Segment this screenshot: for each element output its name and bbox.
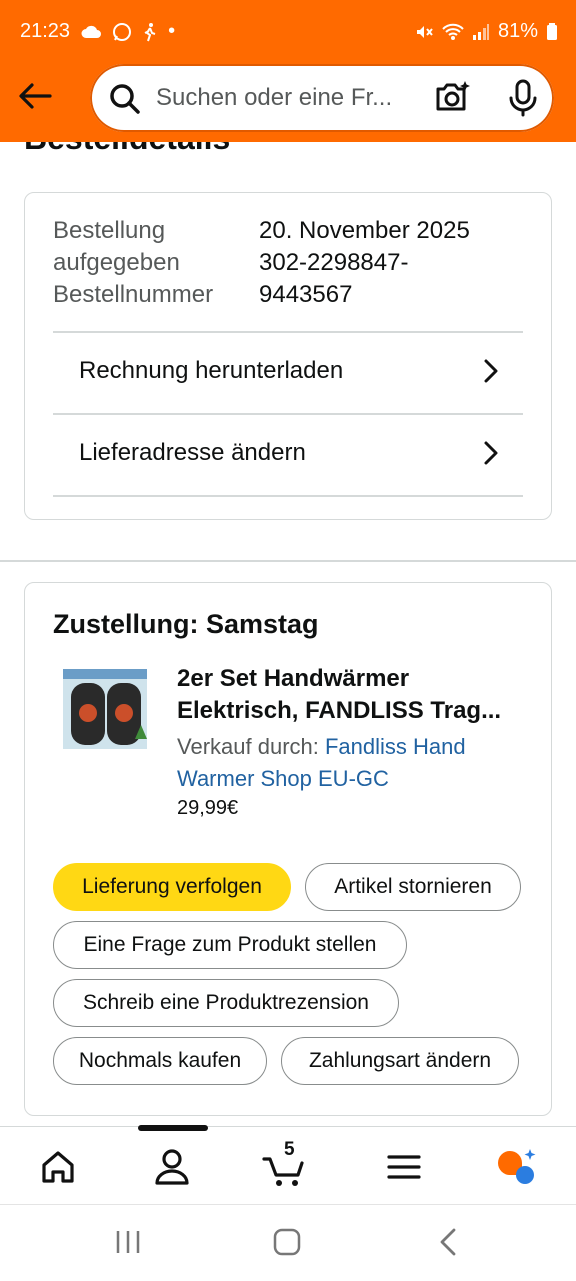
nav-cart[interactable]: 5 [262, 1139, 310, 1191]
chevron-right-icon [484, 359, 498, 383]
home-icon [42, 1151, 74, 1183]
battery-icon [547, 22, 557, 40]
whatsapp-icon [113, 22, 132, 41]
download-invoice-label: Rechnung herunterladen [79, 357, 344, 384]
bottom-nav: 5 [0, 1125, 576, 1205]
delivery-title: Zustellung: Samstag [53, 609, 319, 639]
cart-count: 5 [284, 1139, 295, 1160]
mute-icon [416, 25, 433, 38]
cancel-item-button[interactable]: Artikel stornieren [305, 863, 521, 911]
product-price: 29,99€ [177, 797, 239, 819]
change-address-label: Lieferadresse ändern [79, 439, 306, 466]
recent-apps-icon[interactable] [114, 1227, 142, 1257]
order-number: 302-2298847- 9443567 [259, 249, 409, 308]
status-left: 21:23 • [20, 20, 175, 43]
search-input[interactable]: Suchen oder eine Fr... [156, 84, 416, 112]
wifi-icon [442, 23, 464, 40]
section-divider [0, 560, 576, 562]
cloud-icon [81, 25, 102, 38]
back-arrow-icon [19, 83, 52, 109]
chevron-right-icon [484, 441, 498, 465]
track-delivery-button[interactable]: Lieferung verfolgen [53, 863, 291, 911]
system-nav-bar [0, 1204, 576, 1281]
back-button-icon[interactable] [436, 1227, 460, 1257]
nav-account[interactable] [148, 1143, 196, 1191]
status-dot: • [168, 20, 176, 42]
battery-percent: 81% [497, 20, 538, 42]
write-review-button[interactable]: Schreib eine Produktrezension [53, 979, 399, 1027]
order-date: 20. November 2025 [259, 217, 470, 244]
product-image[interactable] [61, 665, 149, 755]
product-title[interactable]: 2er Set Handwärmer Elektrisch, FANDLISS … [177, 663, 517, 727]
product-title-line1: 2er Set Handwärmer [177, 665, 410, 692]
download-invoice-link[interactable]: Rechnung herunterladen [53, 331, 523, 413]
app-header: Suchen oder eine Fr... [0, 62, 576, 142]
change-address-link[interactable]: Lieferadresse ändern [53, 413, 523, 495]
walk-icon [144, 22, 156, 41]
delivery-card: Zustellung: Samstag 2er Set Handwärmer E… [24, 582, 552, 1116]
nav-home[interactable] [34, 1143, 82, 1191]
ask-question-button[interactable]: Eine Frage zum Produkt stellen [53, 921, 407, 969]
search-icon [110, 84, 140, 114]
account-icon [155, 1149, 189, 1185]
nav-menu[interactable] [380, 1143, 428, 1191]
nav-rufus[interactable] [494, 1143, 542, 1191]
rufus-icon [498, 1149, 536, 1184]
active-tab-indicator [138, 1125, 208, 1131]
search-bar[interactable]: Suchen oder eine Fr... [90, 64, 554, 132]
order-details-card: Bestellung aufgegeben Bestellnummer 20. … [24, 192, 552, 520]
back-button[interactable] [14, 76, 58, 116]
buy-again-button[interactable]: Nochmals kaufen [53, 1037, 267, 1085]
home-button-icon[interactable] [272, 1227, 302, 1257]
product-title-line2: Elektrisch, FANDLISS Trag... [177, 697, 502, 724]
camera-icon[interactable] [432, 78, 472, 118]
order-labels: Bestellung aufgegeben Bestellnummer [53, 217, 214, 308]
change-payment-button[interactable]: Zahlungsart ändern [281, 1037, 519, 1085]
mic-icon[interactable] [506, 78, 540, 118]
divider [53, 495, 523, 497]
signal-icon [472, 23, 489, 40]
status-time: 21:23 [20, 20, 71, 42]
menu-icon [387, 1155, 421, 1179]
status-right: 81% [414, 20, 558, 43]
status-bar: 21:23 • 81% [0, 0, 576, 62]
seller-prefix: Verkauf durch: [177, 734, 325, 759]
seller-info: Verkauf durch: Fandliss Hand Warmer Shop… [177, 731, 517, 795]
order-values: 20. November 2025 302-2298847- 9443567 [259, 215, 509, 311]
